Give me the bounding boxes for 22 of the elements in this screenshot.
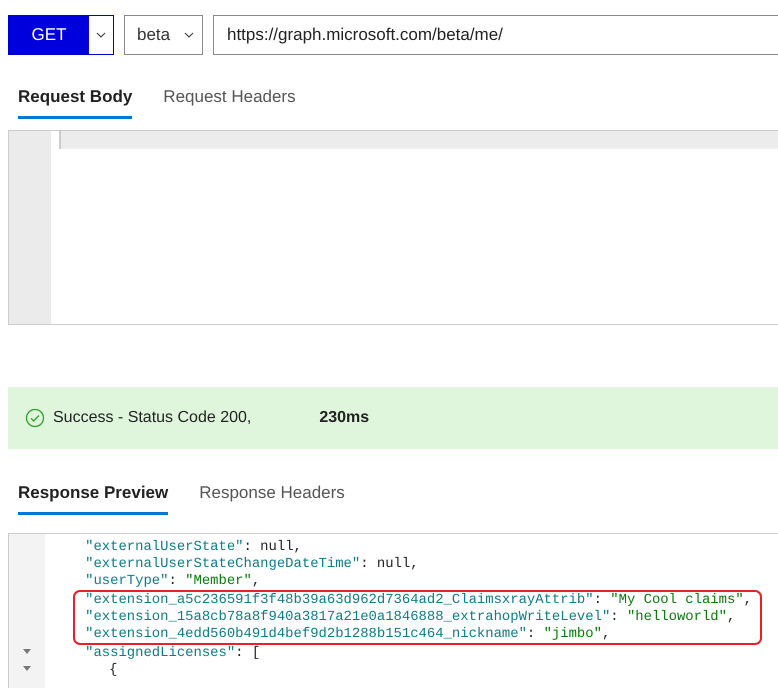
status-message: Success - Status Code 200, — [53, 409, 252, 427]
tab[interactable]: Request Body — [18, 75, 132, 119]
check-circle-icon — [25, 408, 45, 428]
code-line: "externalUserState": null, — [85, 539, 303, 556]
url-field[interactable]: https://graph.microsoft.com/beta/me/ — [213, 15, 778, 55]
code-line: "extension_15a8cb78a8f940a3817a21e0a1846888_extrahopWriteLevel": "helloworld", — [85, 609, 736, 626]
tab[interactable]: Response Preview — [18, 471, 168, 515]
method-dropdown[interactable]: GET — [8, 15, 114, 55]
code-line: "assignedLicenses": [ — [85, 645, 262, 662]
caret-icon — [184, 32, 194, 38]
tab[interactable]: Request Headers — [163, 75, 296, 119]
tab[interactable]: Response Headers — [199, 471, 345, 515]
fold-arrow-icon[interactable] — [23, 666, 32, 671]
fold-arrow-icon[interactable] — [23, 649, 32, 654]
code-line: "userType": "Member", — [85, 573, 262, 590]
duration: 230ms — [319, 409, 370, 427]
code-line: "extension_a5c236591f3f48b39a63d962d7364ad2_ClaimsxrayAttrib": "My Cool claims", — [85, 592, 752, 609]
code-line: { — [108, 662, 118, 679]
code-line: "extension_4edd560b491d4bef9d2b1288b151c464_nickname": "jimbo", — [85, 626, 612, 643]
code-line: "externalUserStateChangeDateTime": null, — [85, 556, 420, 573]
caret-icon — [96, 32, 106, 38]
version-dropdown[interactable]: beta — [124, 15, 203, 55]
